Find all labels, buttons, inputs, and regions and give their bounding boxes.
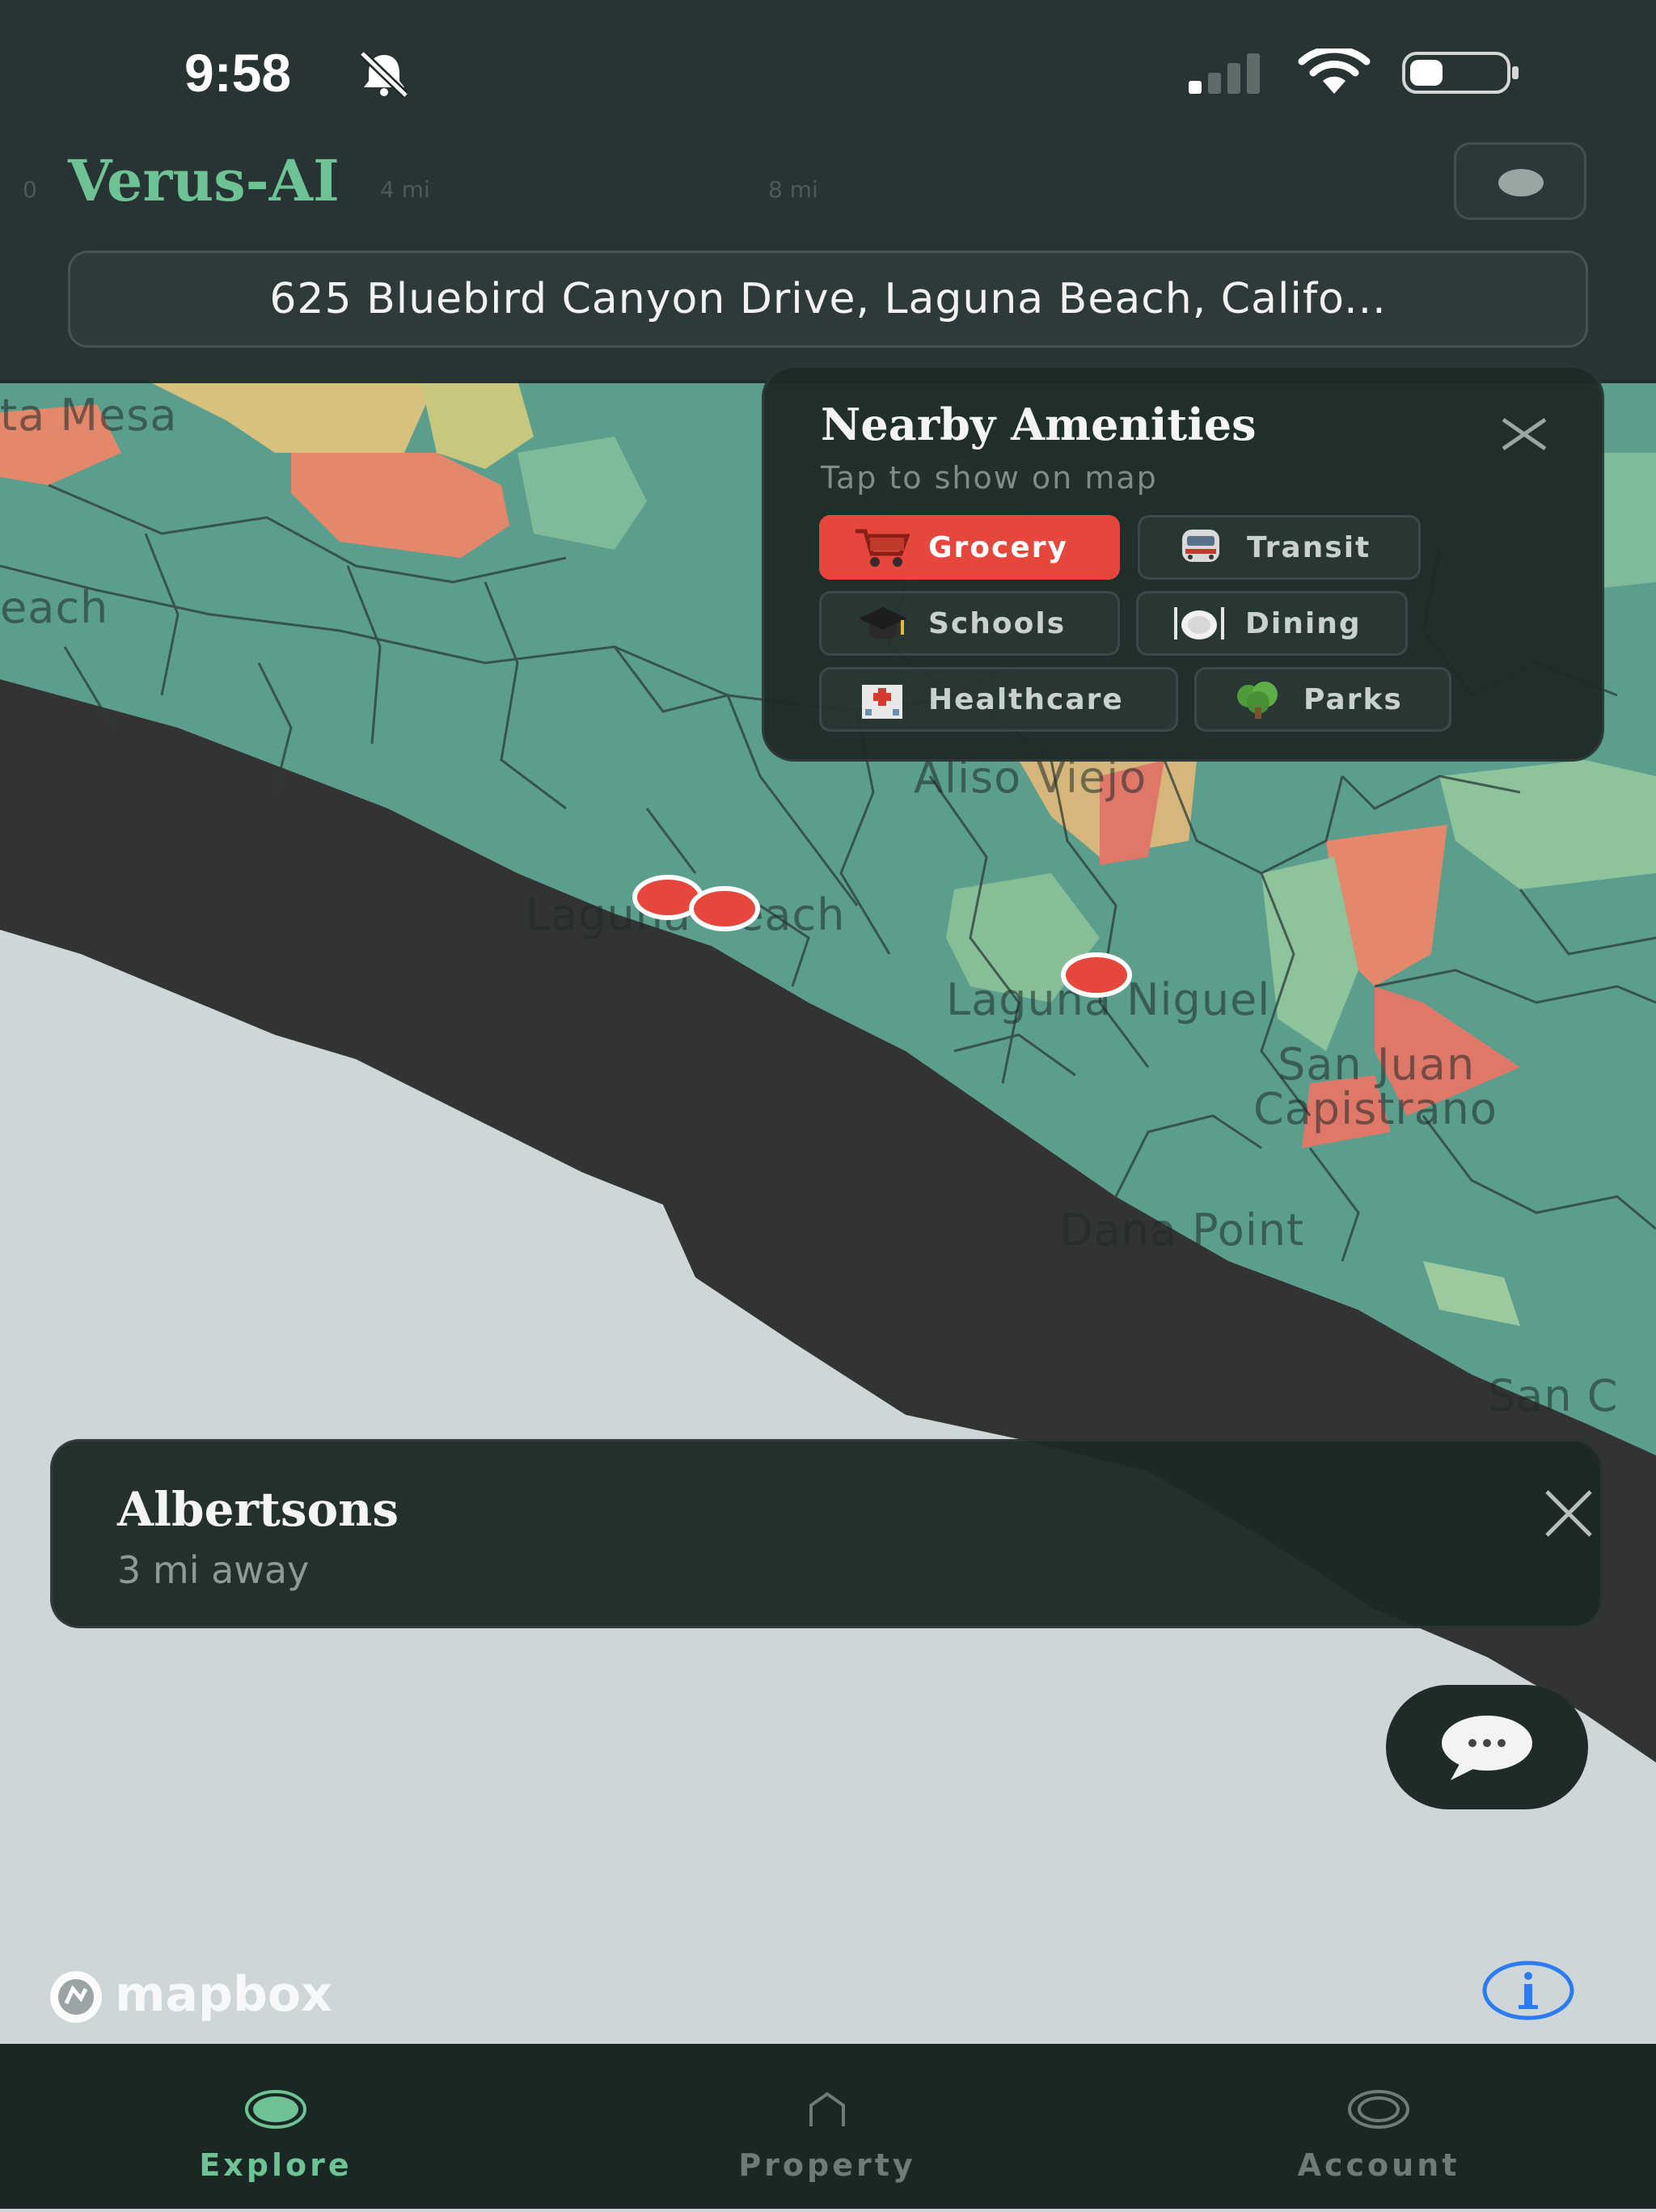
- close-icon[interactable]: [1542, 1487, 1595, 1540]
- status-time: 9:58: [184, 43, 292, 103]
- place-info-card[interactable]: Albertsons 3 mi away: [50, 1439, 1603, 1628]
- signal-icon: [1189, 53, 1260, 94]
- toggle-dot-icon: [1498, 169, 1544, 196]
- close-icon[interactable]: [1498, 408, 1550, 460]
- tab-account[interactable]: Account: [1103, 2044, 1654, 2209]
- house-icon: [809, 2092, 845, 2126]
- chat-button[interactable]: [1386, 1685, 1588, 1809]
- panel-title: Nearby Amenities: [821, 399, 1257, 450]
- chip-label: Schools: [928, 606, 1067, 640]
- chat-bubble-icon: [1442, 1716, 1532, 1780]
- grocery-marker[interactable]: [1061, 952, 1132, 998]
- wifi-icon: [1298, 49, 1371, 94]
- tab-label: Property: [738, 2147, 916, 2183]
- chip-label: Transit: [1247, 530, 1371, 564]
- amenity-chip-dining[interactable]: Dining: [1136, 591, 1408, 656]
- chip-label: Dining: [1245, 606, 1362, 640]
- silent-bell-icon: [359, 50, 409, 97]
- map-label: each: [0, 582, 109, 633]
- map-label: ta Mesa: [0, 390, 178, 441]
- amenity-chip-schools[interactable]: Schools: [819, 591, 1120, 656]
- tab-label: Explore: [199, 2147, 353, 2183]
- battery-icon: [1402, 52, 1519, 94]
- app-header: 9:58 0 4 mi 8 mi Verus-AI 625 Bluebird C…: [0, 0, 1656, 383]
- place-name: Albertsons: [117, 1482, 399, 1537]
- map-label: Dana Point: [1059, 1205, 1305, 1256]
- scale-label: 0: [23, 176, 37, 203]
- chip-label: Parks: [1303, 682, 1403, 716]
- theme-toggle-button[interactable]: [1454, 142, 1586, 220]
- map-label: San C: [1488, 1370, 1619, 1421]
- app-logo: Verus-AI: [68, 147, 340, 214]
- grocery-marker[interactable]: [689, 886, 760, 931]
- amenity-chip-healthcare[interactable]: Healthcare: [819, 667, 1178, 732]
- mapbox-logo-text: mapbox: [115, 1966, 332, 2023]
- graduation-cap-icon: [859, 607, 907, 640]
- train-icon: [1182, 530, 1219, 562]
- amenity-chip-parks[interactable]: Parks: [1194, 667, 1451, 732]
- amenity-chip-grocery[interactable]: Grocery: [819, 515, 1120, 580]
- tab-property[interactable]: Property: [551, 2044, 1103, 2209]
- hospital-icon: [862, 685, 902, 719]
- place-distance: 3 mi away: [117, 1548, 310, 1592]
- scale-label: 8 mi: [768, 176, 818, 203]
- mapbox-logo[interactable]: mapbox: [34, 1965, 398, 2033]
- explore-icon: [245, 2090, 306, 2129]
- amenity-chip-transit[interactable]: Transit: [1138, 515, 1421, 580]
- bottom-navigation: Explore Property Account: [0, 2044, 1656, 2209]
- chip-label: Grocery: [928, 530, 1069, 564]
- tree-icon: [1237, 682, 1278, 719]
- panel-subtitle: Tap to show on map: [821, 460, 1158, 496]
- tab-explore[interactable]: Explore: [0, 2044, 551, 2209]
- scale-label: 4 mi: [380, 176, 430, 203]
- shopping-cart-icon: [855, 529, 910, 567]
- nearby-amenities-panel: Nearby Amenities Tap to show on map Groc…: [762, 365, 1604, 762]
- map-label: San Juan: [1278, 1039, 1476, 1090]
- tab-label: Account: [1297, 2147, 1460, 2183]
- chip-label: Healthcare: [928, 682, 1124, 716]
- account-icon: [1348, 2090, 1409, 2129]
- address-search-field[interactable]: 625 Bluebird Canyon Drive, Laguna Beach,…: [68, 251, 1588, 348]
- map-label: Capistrano: [1253, 1083, 1498, 1134]
- info-icon[interactable]: [1481, 1960, 1575, 2021]
- plate-icon: [1174, 607, 1224, 640]
